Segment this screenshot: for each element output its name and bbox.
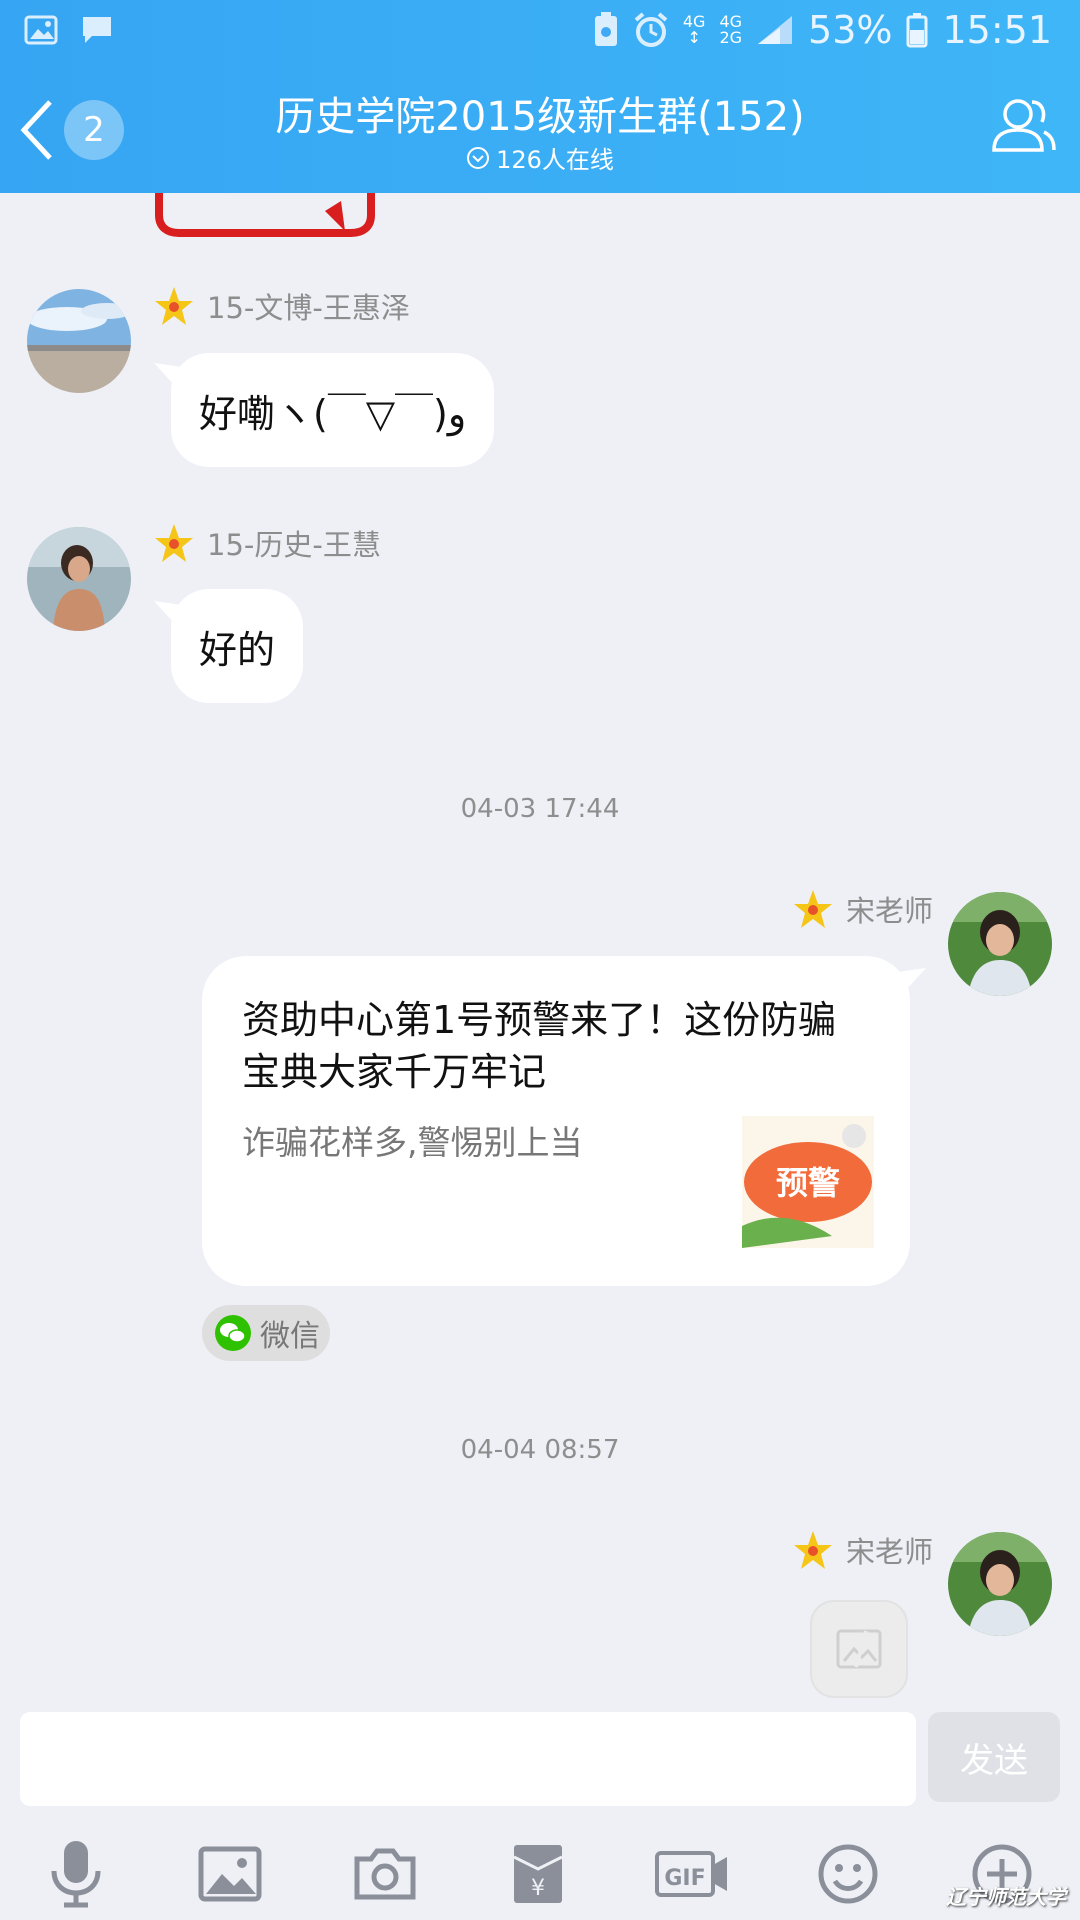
sender-name: 15-历史-王慧	[207, 528, 381, 562]
wechat-icon	[215, 1315, 251, 1351]
article-description: 诈骗花样多,警惕别上当	[242, 1123, 583, 1162]
chevron-left-icon	[20, 100, 52, 160]
shared-article-card[interactable]: 资助中心第1号预警来了！这份防骗宝典大家千万牢记 诈骗花样多,警惕别上当 预警	[202, 956, 910, 1286]
camera-icon	[354, 1848, 416, 1900]
chat-header: 4G ↕ 4G 2G 53% 15:51 2 历史学院2015级新生群(152) 1…	[0, 0, 1080, 193]
sender-name-row: 15-历史-王慧	[153, 522, 381, 564]
broken-image-icon	[836, 1629, 882, 1669]
gallery-notification-icon	[24, 15, 58, 45]
star-badge-icon	[794, 890, 832, 928]
sender-name-row: 15-文博-王惠泽	[153, 285, 410, 327]
star-badge-icon	[794, 1531, 832, 1569]
avatar[interactable]	[27, 289, 131, 393]
online-status[interactable]: 126人在线	[160, 140, 920, 175]
gif-icon: GIF	[655, 1851, 727, 1897]
clock: 15:51	[942, 8, 1052, 52]
timestamp: 04-03 17:44	[460, 794, 620, 824]
red-packet-icon: ¥	[513, 1845, 563, 1903]
message-bubble[interactable]: 好嘞ヽ(￣▽￣)و	[171, 353, 495, 467]
gif-button[interactable]: GIF	[652, 1836, 732, 1912]
camera-button[interactable]	[345, 1836, 425, 1912]
thumbnail-text: 预警	[776, 1164, 840, 1202]
members-icon	[992, 99, 1056, 152]
message-list[interactable]: 15-文博-王惠泽 好嘞ヽ(￣▽￣)و 15-历史-王慧 好的 04-03 17…	[0, 193, 1080, 1708]
unread-count-badge: 2	[64, 100, 124, 160]
red-packet-button[interactable]: ¥	[498, 1836, 578, 1912]
chevron-down-circle-icon	[467, 146, 490, 169]
star-badge-icon	[155, 524, 193, 562]
watermark: 辽宁师范大学	[946, 1885, 1066, 1909]
source-label: 微信	[260, 1319, 320, 1354]
status-bar: 4G ↕ 4G 2G 53% 15:51	[0, 0, 1080, 62]
signal-icon	[758, 16, 793, 44]
sender-name-row: 宋老师	[792, 1529, 933, 1571]
microphone-icon	[51, 1841, 101, 1908]
avatar[interactable]	[27, 527, 131, 631]
message-bubble[interactable]: 好的	[171, 589, 304, 703]
avatar-teacher-image	[948, 892, 1052, 996]
emoji-icon	[818, 1844, 878, 1904]
back-button[interactable]: 2	[18, 92, 130, 168]
message-notification-icon	[83, 17, 111, 43]
online-count: 126人在线	[496, 146, 614, 174]
avatar-portrait-image	[27, 527, 131, 631]
network-type-a: 4G ↕	[682, 12, 706, 47]
sender-name-row: 宋老师	[792, 888, 933, 930]
emoji-button[interactable]	[808, 1836, 888, 1912]
send-button[interactable]: 发送	[928, 1712, 1060, 1802]
group-title[interactable]: 历史学院2015级新生群(152)	[160, 84, 920, 142]
star-badge-icon	[155, 287, 193, 325]
timestamp: 04-04 08:57	[460, 1435, 620, 1465]
source-tag[interactable]: 微信	[202, 1305, 330, 1361]
input-toolbar: ¥ GIF	[0, 1836, 1080, 1920]
avatar-beach-image	[27, 289, 131, 393]
sticker-partial	[155, 193, 375, 237]
photo-button[interactable]	[190, 1836, 270, 1912]
alarm-icon	[634, 12, 668, 47]
article-thumbnail: 预警	[742, 1116, 874, 1248]
avatar[interactable]	[948, 892, 1052, 996]
avatar-teacher-image	[948, 1532, 1052, 1636]
article-title: 资助中心第1号预警来了！这份防骗宝典大家千万牢记	[242, 998, 837, 1094]
sender-name: 宋老师	[846, 894, 934, 928]
input-area: 发送 ¥ GIF 辽宁师范大学	[0, 1708, 1080, 1920]
image-message-placeholder[interactable]	[810, 1600, 908, 1698]
sender-name: 15-文博-王惠泽	[207, 291, 410, 325]
avatar[interactable]	[948, 1532, 1052, 1636]
svg-text:¥: ¥	[531, 1876, 545, 1901]
network-type-b: 4G 2G	[719, 12, 743, 47]
image-icon	[198, 1846, 262, 1902]
battery-percent: 53%	[808, 8, 893, 52]
battery-icon	[906, 13, 928, 48]
svg-text:GIF: GIF	[664, 1866, 705, 1891]
group-members-button[interactable]	[988, 92, 1058, 162]
battery-saver-icon	[594, 12, 617, 46]
message-input[interactable]	[20, 1712, 916, 1806]
sender-name: 宋老师	[846, 1535, 934, 1569]
voice-button[interactable]	[36, 1836, 116, 1912]
